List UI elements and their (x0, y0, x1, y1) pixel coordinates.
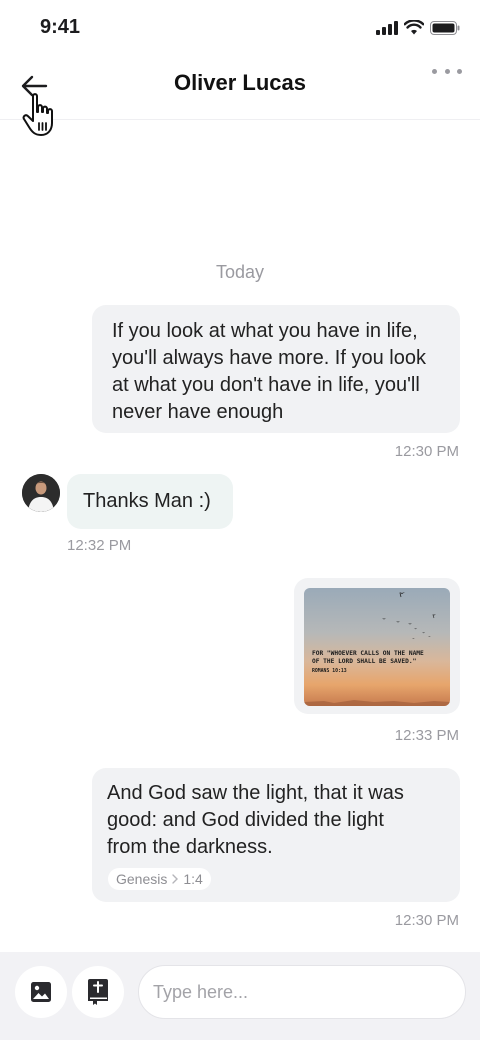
verse-image[interactable]: FOR "WHOEVER CALLS ON THE NAME OF THE LO… (304, 588, 450, 706)
wifi-icon (404, 20, 424, 35)
message-timestamp: 12:30 PM (394, 912, 459, 929)
message-timestamp: 12:33 PM (394, 727, 459, 744)
verse-image-quote-line: OF THE LORD SHALL BE SAVED." (312, 658, 417, 665)
insert-verse-button[interactable] (72, 966, 124, 1018)
message-line: never have enough (112, 401, 284, 423)
outgoing-message-bubble[interactable]: And God saw the light, that it was good:… (92, 768, 460, 902)
attach-image-button[interactable] (15, 966, 67, 1018)
outgoing-message-bubble[interactable]: If you look at what you have in life, yo… (92, 305, 460, 433)
message-line: If you look at what you have in life, (112, 320, 418, 342)
verse-reference-tag[interactable]: Genesis 1:4 (108, 868, 211, 890)
chevron-right-icon (172, 874, 179, 884)
message-input[interactable] (139, 966, 465, 1018)
verse-image-reference: ROMANS 10:13 (312, 669, 347, 674)
status-bar: 9:41 (0, 0, 480, 56)
message-line: from the darkness. (107, 836, 273, 858)
message-timestamp: 12:30 PM (394, 443, 459, 460)
verse-ref: 1:4 (183, 870, 203, 887)
message-line: good: and God divided the light (107, 809, 384, 831)
message-line: at what you don't have in life, you'll (112, 374, 420, 396)
outgoing-image-message[interactable]: FOR "WHOEVER CALLS ON THE NAME OF THE LO… (294, 578, 460, 714)
more-options-button[interactable] (432, 64, 462, 78)
birds-silhouette (382, 592, 436, 639)
verse-image-quote: FOR "WHOEVER CALLS ON THE NAME OF THE LO… (312, 650, 450, 666)
more-dot (432, 68, 437, 74)
contact-avatar[interactable] (22, 474, 60, 512)
message-line: you'll always have more. If you look (112, 347, 426, 369)
message-input-wrapper (138, 965, 466, 1019)
contact-name: Oliver Lucas (173, 70, 307, 95)
more-dot (457, 68, 462, 74)
message-line: And God saw the light, that it was (107, 782, 404, 804)
image-icon (31, 982, 51, 1002)
date-separator: Today (215, 262, 265, 282)
incoming-message-bubble[interactable]: Thanks Man :) (67, 474, 233, 529)
message-text: Thanks Man :) (83, 490, 211, 512)
status-icons (376, 20, 460, 35)
more-dot (444, 68, 450, 74)
message-composer (0, 952, 480, 1040)
message-timestamp: 12:32 PM (67, 537, 132, 554)
verse-book: Genesis (116, 870, 168, 887)
verse-image-quote-line: FOR "WHOEVER CALLS ON THE NAME (312, 650, 424, 657)
battery-icon (430, 20, 460, 35)
status-time: 9:41 (40, 16, 81, 38)
hand-pointer-cursor-icon (22, 93, 53, 136)
chat-header: Oliver Lucas (0, 56, 480, 120)
bible-icon (88, 979, 108, 1005)
contact-avatar-photo (22, 474, 60, 512)
cellular-signal-icon (376, 20, 398, 35)
horizon-silhouette (304, 700, 450, 706)
